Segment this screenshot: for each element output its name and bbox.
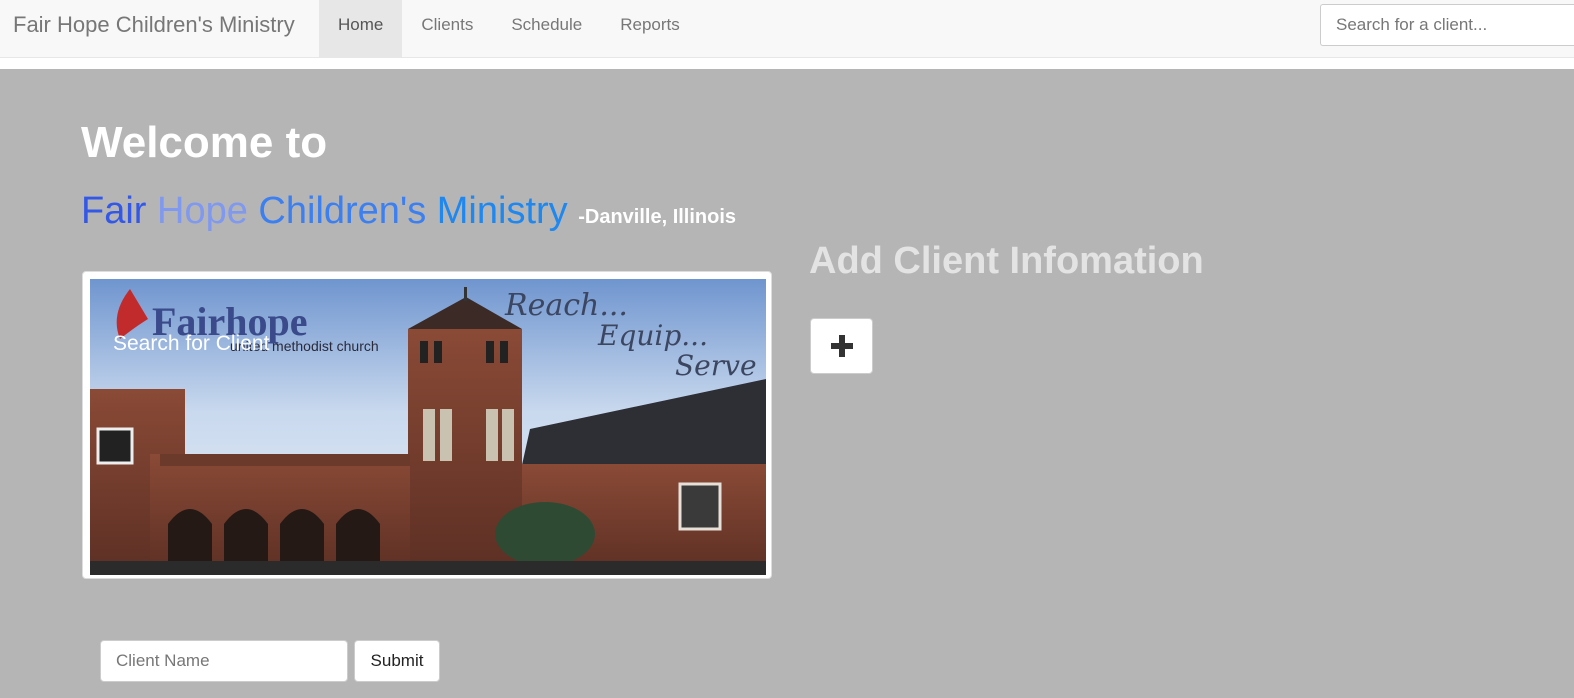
client-search-input[interactable] (1320, 4, 1574, 46)
location-label: -Danville, Illinois (578, 206, 737, 228)
navbar: Fair Hope Children's Ministry Home Clien… (0, 0, 1574, 58)
navbar-brand[interactable]: Fair Hope Children's Ministry (13, 12, 295, 38)
nav-item-clients[interactable]: Clients (402, 0, 492, 57)
plus-icon (830, 335, 853, 357)
nav-item-reports[interactable]: Reports (601, 0, 699, 57)
ministry-word-ministry: Ministry (436, 190, 568, 232)
navbar-divider (0, 58, 1574, 69)
add-client-button[interactable] (810, 318, 873, 374)
church-photo: Fairhope united methodist church Reach..… (90, 279, 766, 575)
photo-caption: Search for Client (113, 332, 270, 355)
navbar-nav: Home Clients Schedule Reports (319, 0, 699, 57)
church-photo-frame: Fairhope united methodist church Reach..… (82, 271, 772, 579)
client-name-input[interactable] (100, 640, 348, 682)
photo-tagline-equip: Equip... (597, 319, 708, 352)
nav-item-home[interactable]: Home (319, 0, 403, 57)
ministry-heading: Fair Hope Children's Ministry -Danville,… (81, 190, 736, 233)
add-client-heading: Add Client Infomation (809, 240, 1204, 282)
ministry-word-fair: Fair (81, 190, 147, 232)
submit-button[interactable]: Submit (354, 640, 440, 682)
nav-item-schedule[interactable]: Schedule (492, 0, 601, 57)
photo-tagline-serve: Serve (675, 349, 757, 382)
ministry-word-childrens: Children's (258, 190, 427, 232)
photo-tagline-reach: Reach... (504, 288, 628, 323)
church-photo-image: Fairhope united methodist church Reach..… (90, 279, 766, 575)
ministry-word-hope: Hope (157, 190, 248, 232)
welcome-heading: Welcome to (81, 118, 328, 167)
